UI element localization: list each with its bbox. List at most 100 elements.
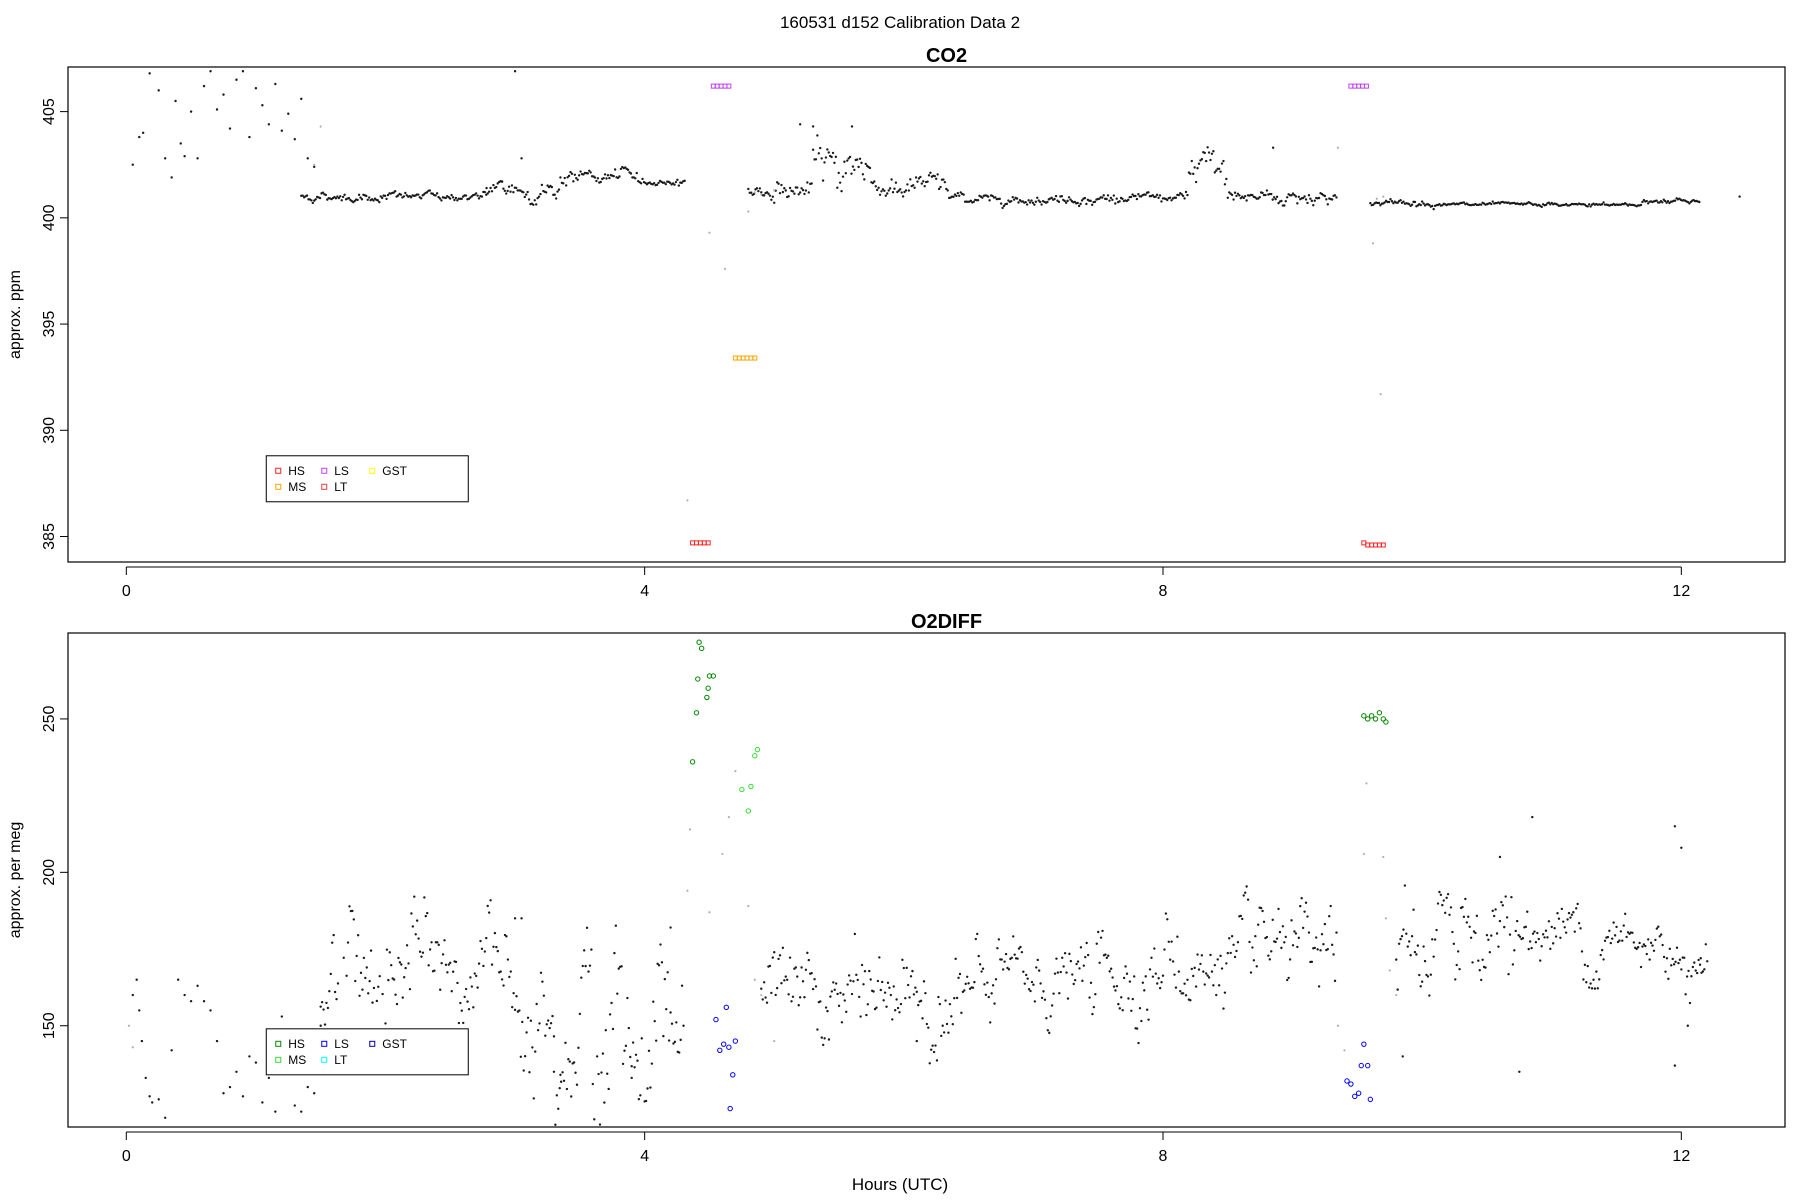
data-point: [1567, 911, 1571, 915]
data-point: [1390, 200, 1394, 203]
data-point: [1232, 198, 1235, 201]
data-point: [451, 196, 455, 199]
data-point: [806, 181, 809, 184]
data-point: [1589, 982, 1592, 985]
data-point: [1245, 199, 1248, 202]
data-point: [586, 172, 589, 175]
data-point: [1088, 996, 1091, 999]
data-point: [1274, 197, 1277, 201]
data-point: [362, 956, 366, 960]
data-point: [1490, 202, 1493, 206]
data-point: [1220, 162, 1224, 165]
data-point: [878, 956, 881, 959]
data-point: [300, 97, 303, 101]
data-point: [1467, 915, 1470, 918]
data-point: [1296, 945, 1299, 949]
data-point: [485, 936, 488, 940]
data-point: [1155, 193, 1159, 197]
data-point: [866, 1003, 870, 1006]
data-point: [1399, 199, 1402, 202]
data-point: [1402, 928, 1405, 931]
data-point: [1464, 897, 1467, 901]
data-point: [228, 1085, 232, 1089]
data-point: [1518, 935, 1522, 938]
data-point: [875, 188, 879, 192]
data-point: [434, 194, 437, 197]
data-point: [443, 939, 446, 942]
data-point: [1267, 954, 1270, 957]
data-point: [830, 990, 834, 993]
data-point: [1573, 930, 1576, 933]
data-point: [1089, 199, 1092, 203]
data-point: [1475, 914, 1479, 918]
data-point: [520, 157, 523, 160]
data-point: [323, 1023, 327, 1026]
data-point: [407, 962, 410, 965]
data-point: [1549, 947, 1552, 951]
data-point: [682, 1024, 685, 1027]
data-point: [532, 1097, 535, 1100]
cal-point-ls: [1361, 1041, 1367, 1047]
data-point: [1083, 196, 1087, 200]
data-point: [1531, 815, 1534, 819]
data-point: [1153, 947, 1156, 950]
data-point: [640, 1037, 643, 1040]
cal-point-hs: [693, 710, 700, 716]
data-point: [602, 177, 605, 180]
data-point: [899, 1002, 903, 1006]
data-point: [418, 950, 422, 953]
data-point: [1212, 150, 1215, 153]
legend-label-ms: MS: [288, 1053, 306, 1067]
data-point: [1303, 910, 1306, 913]
data-point: [1039, 982, 1042, 985]
data-point: [1050, 1004, 1054, 1007]
data-point: [1397, 942, 1401, 945]
data-point: [526, 1016, 530, 1019]
cal-point-ms: [739, 786, 745, 793]
data-point: [1270, 950, 1273, 953]
transition-point: [723, 267, 727, 270]
data-point: [527, 198, 531, 201]
data-point: [1639, 203, 1643, 207]
data-point: [1120, 996, 1123, 999]
data-point: [1033, 1000, 1037, 1003]
data-point: [1287, 976, 1290, 980]
data-point: [927, 1026, 930, 1029]
data-point: [877, 186, 880, 189]
data-point: [773, 201, 776, 204]
data-point: [1583, 963, 1587, 967]
data-point: [606, 174, 610, 177]
data-point: [1329, 904, 1332, 908]
data-point: [976, 198, 980, 202]
data-point: [1673, 199, 1677, 202]
data-point: [1265, 935, 1269, 939]
y-tick-label: 395: [41, 311, 58, 338]
data-point: [183, 993, 186, 997]
data-point: [454, 960, 458, 964]
data-point: [824, 1006, 828, 1009]
figure-suptitle: 160531 d152 Calibration Data 2: [780, 13, 1020, 32]
data-point: [1261, 909, 1264, 913]
data-point: [1091, 1012, 1094, 1016]
data-point: [813, 977, 816, 981]
data-point: [659, 943, 662, 946]
data-point: [523, 1055, 527, 1058]
data-point: [893, 1009, 897, 1012]
data-point: [567, 174, 571, 178]
data-point: [196, 157, 199, 160]
data-point: [987, 995, 990, 999]
data-point: [807, 958, 810, 962]
data-point: [542, 994, 546, 997]
data-point: [899, 188, 902, 191]
data-point: [564, 184, 568, 187]
data-point: [189, 110, 193, 113]
data-point: [148, 1095, 151, 1098]
data-point: [1238, 194, 1241, 197]
data-point: [215, 108, 219, 111]
data-point: [1057, 200, 1061, 204]
data-point: [1664, 970, 1667, 973]
data-point: [1067, 196, 1071, 199]
legend-label-ls: LS: [334, 464, 349, 478]
data-point: [1636, 946, 1640, 949]
data-point: [1261, 191, 1264, 195]
